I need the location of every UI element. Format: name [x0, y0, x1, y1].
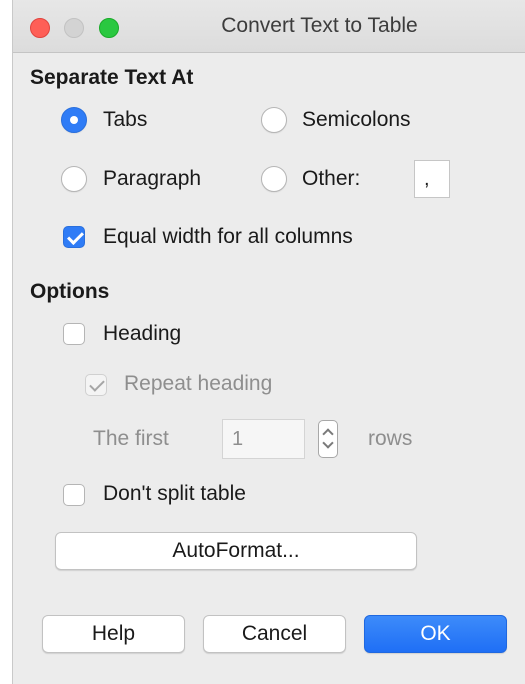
other-label[interactable]: Other: [302, 167, 360, 191]
equal-width-label[interactable]: Equal width for all columns [103, 225, 353, 249]
tabs-label[interactable]: Tabs [103, 108, 147, 132]
the-first-label: The first [93, 427, 169, 450]
other-separator-input[interactable] [414, 160, 450, 198]
window-title: Convert Text to Table [221, 14, 418, 37]
stepper-down-icon [322, 437, 334, 449]
paragraph-radio[interactable] [61, 166, 87, 192]
repeat-heading-checkbox [85, 374, 107, 396]
heading-label[interactable]: Heading [103, 322, 181, 346]
dont-split-table-label[interactable]: Don't split table [103, 482, 246, 506]
ok-button[interactable]: OK [364, 615, 507, 653]
minimize-window-icon [64, 18, 84, 38]
autoformat-button[interactable]: AutoFormat... [55, 532, 417, 570]
semicolons-radio[interactable] [261, 107, 287, 133]
help-button[interactable]: Help [42, 615, 185, 653]
equal-width-checkbox[interactable] [63, 226, 85, 248]
heading-rows-input [222, 419, 305, 459]
dont-split-table-checkbox[interactable] [63, 484, 85, 506]
separate-text-at-heading: Separate Text At [30, 66, 194, 89]
tabs-radio[interactable] [61, 107, 87, 133]
semicolons-label[interactable]: Semicolons [302, 108, 411, 132]
other-radio[interactable] [261, 166, 287, 192]
heading-checkbox[interactable] [63, 323, 85, 345]
heading-rows-stepper [318, 420, 338, 458]
close-window-icon[interactable] [30, 18, 50, 38]
options-heading: Options [30, 280, 110, 303]
repeat-heading-label: Repeat heading [124, 372, 273, 395]
title-bar[interactable]: Convert Text to Table [13, 0, 525, 53]
rows-label: rows [368, 427, 413, 450]
convert-text-to-table-dialog: Convert Text to Table Separate Text At T… [12, 0, 525, 684]
cancel-button[interactable]: Cancel [203, 615, 346, 653]
paragraph-label[interactable]: Paragraph [103, 167, 201, 191]
